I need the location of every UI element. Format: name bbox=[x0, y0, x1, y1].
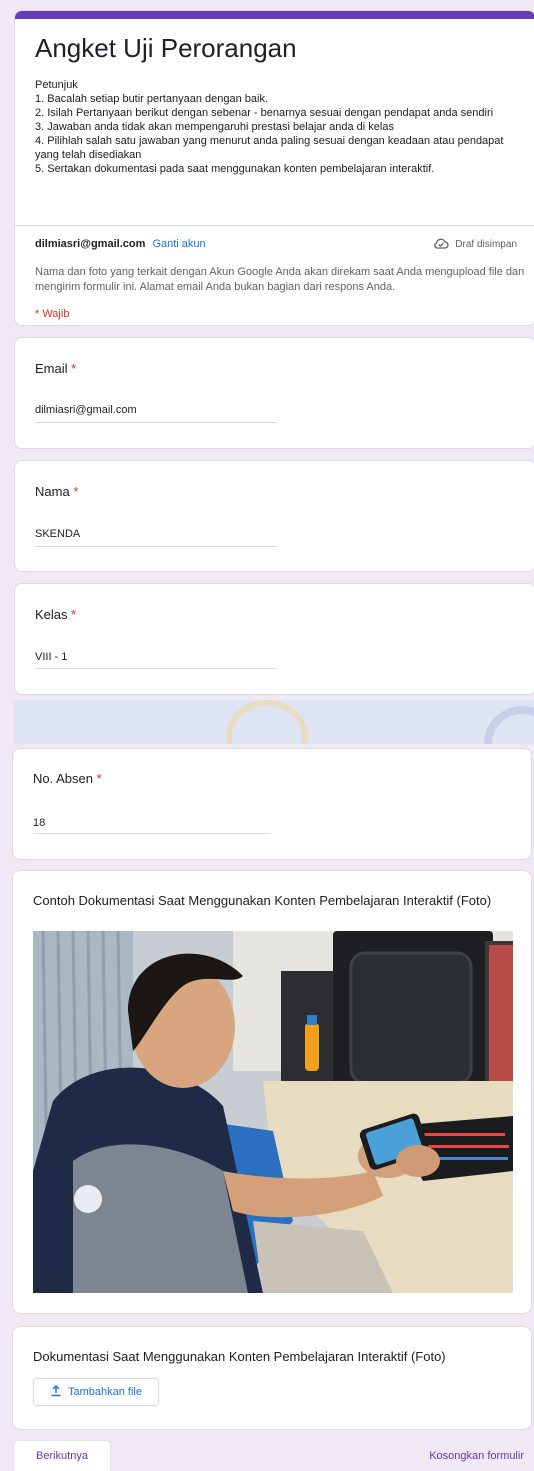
pattern-curve bbox=[226, 700, 308, 744]
question-label-text: Nama bbox=[35, 484, 70, 499]
question-kelas: Kelas * VIII - 1 bbox=[14, 583, 534, 695]
instruction-line: 2. Isilah Pertanyaan berikut dengan sebe… bbox=[35, 107, 494, 119]
input-underline bbox=[33, 833, 271, 834]
example-photo-section: Contoh Dokumentasi Saat Menggunakan Kont… bbox=[12, 870, 532, 1314]
clear-form-link[interactable]: Kosongkan formulir bbox=[429, 1450, 524, 1462]
pattern-curve bbox=[484, 706, 534, 744]
cloud-check-icon bbox=[433, 237, 449, 252]
required-star: * bbox=[96, 771, 102, 786]
background-pattern bbox=[14, 700, 534, 744]
required-star: * bbox=[71, 607, 77, 622]
instruction-line: Petunjuk bbox=[35, 79, 78, 91]
section-title: Dokumentasi Saat Menggunakan Konten Pemb… bbox=[33, 1349, 446, 1364]
example-photo bbox=[33, 931, 513, 1293]
instruction-line: 1. Bacalah setiap butir pertanyaan denga… bbox=[35, 93, 268, 105]
required-star: * bbox=[71, 361, 77, 376]
question-absen: No. Absen * 18 bbox=[12, 748, 532, 860]
accent-bar bbox=[15, 11, 534, 19]
upload-section: Dokumentasi Saat Menggunakan Konten Pemb… bbox=[12, 1326, 532, 1430]
account-info: dilmiasri@gmail.com Ganti akun bbox=[35, 238, 206, 250]
nama-input[interactable]: SKENDA bbox=[35, 528, 80, 540]
question-label: No. Absen * bbox=[33, 771, 102, 786]
question-label-text: Kelas bbox=[35, 607, 68, 622]
email-input[interactable]: dilmiasri@gmail.com bbox=[35, 404, 137, 416]
input-underline bbox=[35, 546, 277, 547]
draft-status-label: Draf disimpan bbox=[455, 239, 517, 250]
form-instructions: Petunjuk 1. Bacalah setiap butir pertany… bbox=[35, 78, 505, 176]
next-button[interactable]: Berikutnya bbox=[14, 1441, 110, 1471]
input-underline bbox=[35, 668, 277, 669]
instruction-line: 3. Jawaban anda tidak akan mempengaruhi … bbox=[35, 121, 394, 133]
question-email: Email * dilmiasri@gmail.com bbox=[14, 337, 534, 449]
add-file-button[interactable]: Tambahkan file bbox=[33, 1378, 159, 1406]
required-note: * Wajib bbox=[35, 308, 70, 320]
question-nama: Nama * SKENDA bbox=[14, 460, 534, 572]
input-underline bbox=[35, 422, 277, 423]
question-label-text: No. Absen bbox=[33, 771, 93, 786]
absen-input[interactable]: 18 bbox=[33, 817, 45, 829]
question-label: Kelas * bbox=[35, 607, 76, 622]
draft-status: Draf disimpan bbox=[433, 237, 517, 252]
required-star: * bbox=[73, 484, 79, 499]
divider bbox=[15, 225, 534, 226]
add-file-label: Tambahkan file bbox=[68, 1386, 142, 1398]
section-title: Contoh Dokumentasi Saat Menggunakan Kont… bbox=[33, 893, 492, 908]
question-label: Email * bbox=[35, 361, 76, 376]
upload-icon bbox=[50, 1384, 62, 1400]
question-label-text: Email bbox=[35, 361, 68, 376]
account-email: dilmiasri@gmail.com bbox=[35, 238, 146, 250]
form-title: Angket Uji Perorangan bbox=[35, 33, 297, 63]
privacy-notice: Nama dan foto yang terkait dengan Akun G… bbox=[35, 266, 525, 293]
question-label: Nama * bbox=[35, 484, 78, 499]
instruction-line: 4. Pilihlah salah satu jawaban yang menu… bbox=[35, 135, 504, 161]
kelas-input[interactable]: VIII - 1 bbox=[35, 651, 67, 663]
instruction-line: 5. Sertakan dokumentasi pada saat menggu… bbox=[35, 163, 435, 175]
form-header-card: Angket Uji Perorangan Petunjuk 1. Bacala… bbox=[14, 10, 534, 326]
switch-account-link[interactable]: Ganti akun bbox=[152, 238, 205, 250]
